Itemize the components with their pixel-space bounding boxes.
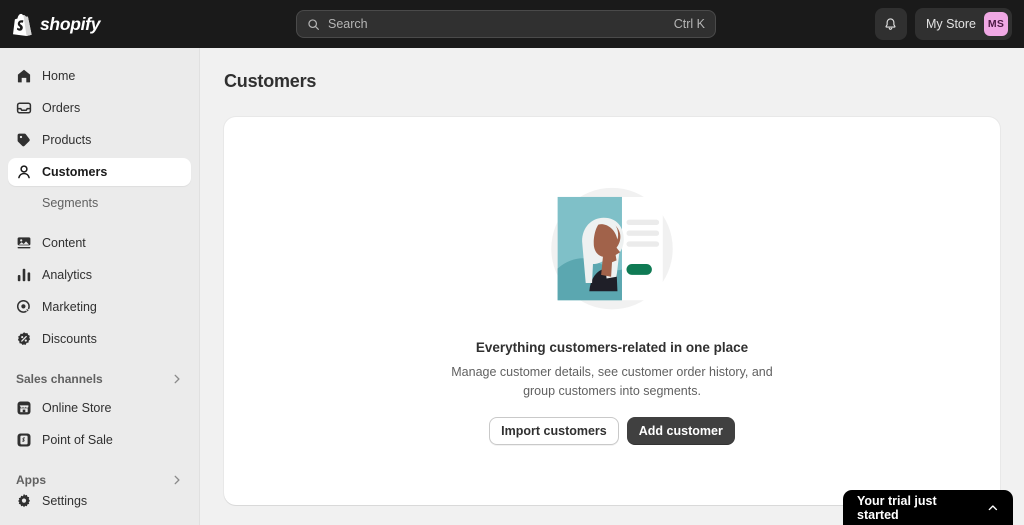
analytics-bars-icon — [16, 267, 32, 283]
chevron-up-icon — [987, 502, 999, 514]
import-customers-button[interactable]: Import customers — [489, 417, 619, 445]
empty-state-actions: Import customers Add customer — [489, 417, 735, 445]
sidebar-item-online-store[interactable]: Online Store — [8, 394, 191, 422]
bell-icon — [883, 17, 898, 32]
point-of-sale-icon — [16, 432, 32, 448]
products-tag-icon — [16, 132, 32, 148]
page-title: Customers — [224, 71, 1024, 92]
add-customer-button[interactable]: Add customer — [627, 417, 735, 445]
brand-wordmark: shopify — [40, 14, 100, 35]
sidebar-item-label: Marketing — [42, 300, 97, 314]
notifications-button[interactable] — [875, 8, 907, 40]
discounts-badge-percent-icon — [16, 331, 32, 347]
customers-empty-state-card: Everything customers-related in one plac… — [224, 117, 1000, 505]
empty-state-description: Manage customer details, see customer or… — [442, 363, 782, 399]
home-icon — [16, 68, 32, 84]
sidebar-subitem-label: Segments — [42, 196, 98, 210]
sidebar-nav-list: Home Orders Products Customers Segme — [0, 48, 199, 493]
sidebar-item-settings[interactable]: Settings — [8, 487, 191, 515]
sidebar-item-customers[interactable]: Customers — [8, 158, 191, 186]
trial-banner-label: Your trial just started — [857, 494, 979, 522]
gear-icon — [16, 493, 32, 509]
sidebar-item-products[interactable]: Products — [8, 126, 191, 154]
avatar: MS — [984, 12, 1008, 36]
content-image-icon — [16, 235, 32, 251]
sidebar-item-content[interactable]: Content — [8, 229, 191, 257]
store-menu-button[interactable]: My Store MS — [915, 8, 1012, 40]
chevron-right-icon — [171, 474, 183, 486]
sidebar-item-label: Home — [42, 69, 75, 83]
main-content: Customers Everything cust — [200, 48, 1024, 525]
search-icon — [307, 18, 320, 31]
empty-state-title: Everything customers-related in one plac… — [476, 340, 748, 355]
sidebar-item-label: Content — [42, 236, 86, 250]
sidebar: Home Orders Products Customers Segme — [0, 48, 200, 525]
sidebar-item-label: Settings — [42, 494, 87, 508]
sidebar-section-label: Apps — [16, 473, 171, 487]
shopify-brand[interactable]: shopify — [12, 13, 100, 36]
customers-person-icon — [16, 164, 32, 180]
sidebar-item-orders[interactable]: Orders — [8, 94, 191, 122]
online-store-icon — [16, 400, 32, 416]
customer-profile-card-illustration — [532, 177, 692, 322]
search-placeholder: Search — [328, 17, 674, 31]
sidebar-item-label: Discounts — [42, 332, 97, 346]
sidebar-item-label: Analytics — [42, 268, 92, 282]
top-bar-actions: My Store MS — [875, 8, 1012, 40]
shopify-bag-icon — [12, 13, 33, 36]
store-name-label: My Store — [926, 17, 976, 31]
trial-banner[interactable]: Your trial just started — [843, 490, 1013, 525]
sidebar-divider-gap — [0, 220, 199, 229]
sidebar-item-label: Products — [42, 133, 91, 147]
search-input[interactable]: Search Ctrl K — [296, 10, 716, 38]
sidebar-item-label: Online Store — [42, 401, 111, 415]
sidebar-item-point-of-sale[interactable]: Point of Sale — [8, 426, 191, 454]
search-shortcut-hint: Ctrl K — [674, 17, 705, 31]
sidebar-section-sales-channels[interactable]: Sales channels — [8, 366, 191, 392]
chevron-right-icon — [171, 373, 183, 385]
sidebar-divider-gap — [0, 357, 199, 366]
sidebar-item-discounts[interactable]: Discounts — [8, 325, 191, 353]
sidebar-section-label: Sales channels — [16, 372, 171, 386]
sidebar-item-marketing[interactable]: Marketing — [8, 293, 191, 321]
sidebar-item-label: Point of Sale — [42, 433, 113, 447]
sidebar-item-segments[interactable]: Segments — [8, 190, 191, 216]
sidebar-item-label: Orders — [42, 101, 80, 115]
orders-inbox-icon — [16, 100, 32, 116]
sidebar-item-analytics[interactable]: Analytics — [8, 261, 191, 289]
sidebar-settings-container: Settings — [0, 487, 199, 519]
sidebar-item-home[interactable]: Home — [8, 62, 191, 90]
marketing-target-icon — [16, 299, 32, 315]
top-bar: shopify Search Ctrl K My Store MS — [0, 0, 1024, 48]
sidebar-divider-gap — [0, 458, 199, 467]
sidebar-item-label: Customers — [42, 165, 107, 179]
